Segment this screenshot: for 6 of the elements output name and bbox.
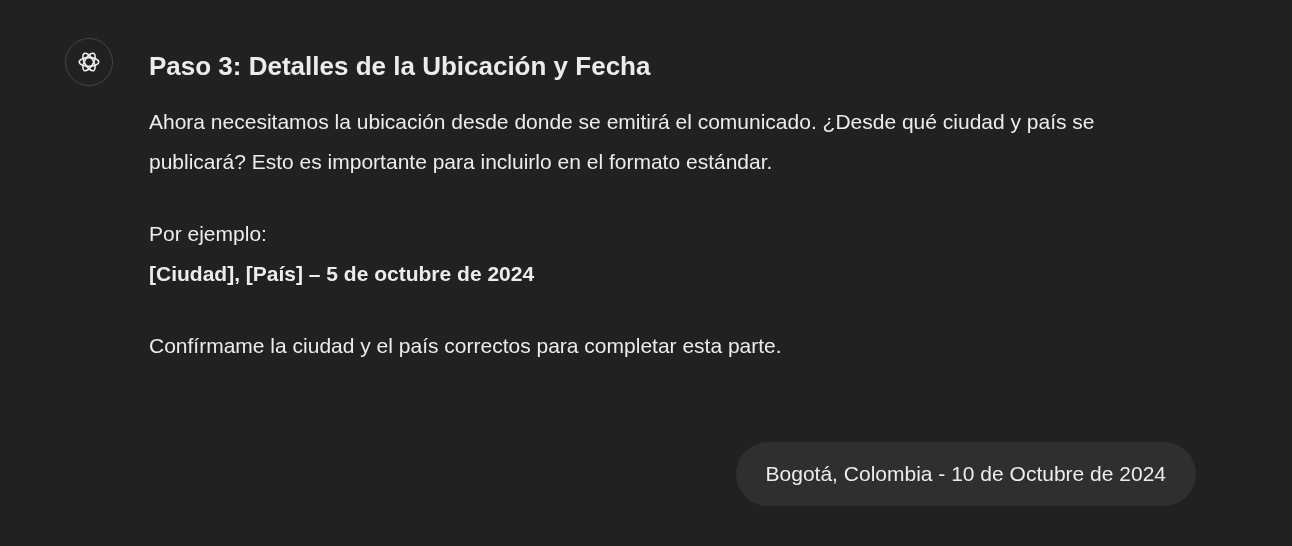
- example-label: Por ejemplo:: [149, 221, 268, 247]
- message-title: Paso 3: Detalles de la Ubicación y Fecha: [149, 50, 652, 83]
- user-message-bubble: Bogotá, Colombia - 10 de Octubre de 2024: [735, 442, 1196, 506]
- message-paragraph: Ahora necesitamos la ubicación desde donde se emitirá el comunicado. ¿Desde qué ciudad y país se publicará? Esto es importante para incluirlo en el formato estándar.: [149, 109, 1096, 175]
- message-paragraph: Confírmame la ciudad y el país correctos para completar esta parte.: [149, 333, 783, 359]
- example-format: [Ciudad], [País] – 5 de octubre de 2024: [149, 261, 536, 287]
